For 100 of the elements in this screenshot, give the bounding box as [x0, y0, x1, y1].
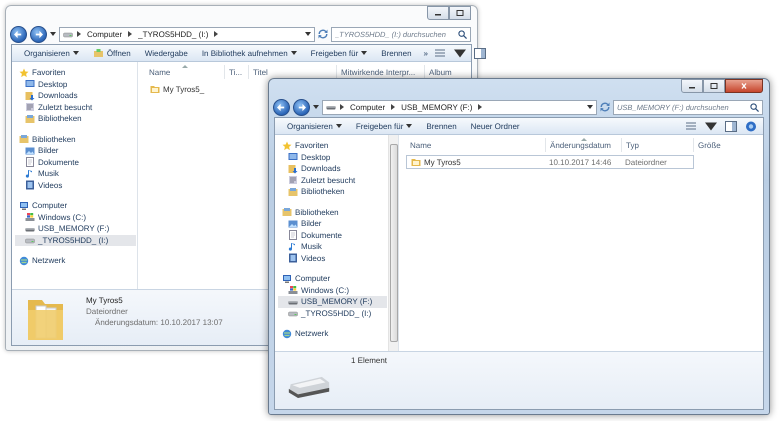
- toolbar-button[interactable]: Organisieren: [18, 46, 85, 60]
- address-bar[interactable]: Computer USB_MEMORY (F:): [322, 100, 597, 114]
- sidebar-item[interactable]: USB_MEMORY (F:): [15, 223, 136, 234]
- minimize-button[interactable]: [681, 79, 703, 93]
- chevron-icon: [391, 104, 396, 110]
- chevron-icon: [214, 31, 218, 37]
- caret-icon: [72, 51, 79, 55]
- sidebar-item[interactable]: Netzwerk: [15, 255, 136, 266]
- forward-button[interactable]: [30, 26, 47, 42]
- detail-text: My Tyros5: [86, 296, 124, 305]
- search-icon: [750, 102, 759, 112]
- sidebar-item[interactable]: Computer: [278, 273, 387, 284]
- document-icon: [288, 230, 298, 240]
- refresh-icon[interactable]: [318, 29, 328, 39]
- sidebar-item[interactable]: Zuletzt besucht: [278, 174, 387, 186]
- column-header[interactable]: Ti...: [225, 65, 249, 79]
- recent-places-icon: [25, 102, 35, 112]
- column-header[interactable]: Name: [145, 65, 225, 79]
- breadcrumb-item[interactable]: Computer: [348, 102, 388, 112]
- column-header[interactable]: Typ: [622, 138, 694, 152]
- breadcrumb-item[interactable]: _TYROS5HDD_ (I:): [136, 30, 210, 38]
- sidebar-item[interactable]: Bibliotheken: [15, 113, 136, 124]
- caret-icon: [50, 32, 56, 36]
- maximize-button[interactable]: [703, 79, 725, 93]
- toolbar-button[interactable]: Neuer Ordner: [464, 118, 526, 134]
- sidebar-item[interactable]: Downloads: [278, 163, 387, 174]
- sidebar-item[interactable]: Bilder: [15, 145, 136, 156]
- sidebar-item[interactable]: Desktop: [278, 152, 387, 163]
- more-button[interactable]: »: [420, 46, 432, 60]
- caret-icon: [336, 124, 342, 128]
- back-arrow-icon: [14, 30, 23, 38]
- toolbar-button[interactable]: Wiedergabe: [138, 46, 194, 60]
- sidebar-item[interactable]: Musik: [278, 241, 387, 252]
- column-header[interactable]: Änderungsdatum: [546, 138, 622, 152]
- sidebar-item[interactable]: Windows (C:): [278, 284, 387, 296]
- forward-arrow-icon: [34, 30, 43, 38]
- maximize-button[interactable]: [449, 6, 471, 20]
- toolbar-button[interactable]: Brennen: [375, 46, 418, 60]
- sidebar-item[interactable]: Netzwerk: [278, 328, 387, 340]
- sidebar-item[interactable]: Desktop: [15, 78, 136, 90]
- pictures-icon: [288, 218, 298, 229]
- toolbar-button[interactable]: In Bibliothek aufnehmen: [196, 46, 303, 60]
- address-bar[interactable]: Computer _TYROS5HDD_ (I:): [59, 26, 315, 42]
- sidebar-item[interactable]: Favoriten: [278, 140, 387, 152]
- library-icon: [19, 134, 29, 144]
- sidebar-item[interactable]: Computer: [15, 200, 136, 212]
- sidebar-item[interactable]: Dokumente: [15, 156, 136, 168]
- toolbar-button[interactable]: Öffnen: [86, 46, 137, 60]
- minimize-button[interactable]: [427, 6, 449, 20]
- view-options-icon[interactable]: [434, 48, 446, 58]
- sidebar-item[interactable]: Bibliotheken: [278, 186, 387, 198]
- column-header[interactable]: Größe: [694, 138, 744, 152]
- refresh-icon[interactable]: [600, 102, 610, 112]
- file-row[interactable]: My Tyros5_: [145, 82, 225, 96]
- view-options-icon[interactable]: [685, 120, 697, 132]
- sidebar-item[interactable]: Bibliotheken: [278, 206, 387, 218]
- caret-icon: [454, 48, 466, 58]
- search-icon: [458, 30, 467, 38]
- column-header[interactable]: Name: [406, 138, 546, 152]
- breadcrumb-item[interactable]: Computer: [85, 30, 124, 38]
- file-row[interactable]: My Tyros5 10.10.2017 14:46 Dateiordner: [406, 155, 694, 169]
- item-count: 1 Element: [350, 356, 388, 365]
- sidebar-item[interactable]: Windows (C:): [15, 212, 136, 223]
- music-note-icon: [25, 168, 35, 179]
- sidebar-item[interactable]: Zuletzt besucht: [15, 102, 136, 113]
- column-header[interactable]: Album: [425, 65, 469, 79]
- scrollbar[interactable]: [388, 135, 398, 351]
- preview-pane-icon[interactable]: [474, 48, 486, 58]
- sidebar-item[interactable]: Downloads: [15, 90, 136, 102]
- detail-text: Dateiordner: [86, 307, 129, 316]
- help-icon[interactable]: [745, 120, 757, 132]
- toolbar-button[interactable]: Organisieren: [281, 118, 348, 134]
- sidebar-item[interactable]: Musik: [15, 168, 136, 180]
- back-button[interactable]: [10, 26, 27, 42]
- download-folder-icon: [288, 164, 298, 174]
- sidebar-item[interactable]: USB_MEMORY (F:): [278, 296, 387, 308]
- sidebar-item[interactable]: Videos: [15, 180, 136, 191]
- forward-button[interactable]: [293, 98, 310, 116]
- computer-icon: [19, 200, 29, 211]
- toolbar-button[interactable]: Freigeben für: [350, 118, 418, 134]
- sidebar-item[interactable]: _TYROS5HDD_ (I:): [15, 234, 136, 246]
- sidebar-item[interactable]: Videos: [278, 252, 387, 264]
- library-icon: [288, 186, 298, 197]
- breadcrumb-item[interactable]: USB_MEMORY (F:): [399, 102, 474, 112]
- library-icon: [282, 207, 292, 218]
- star-icon: [19, 68, 29, 78]
- music-note-icon: [288, 242, 298, 252]
- sidebar-item[interactable]: Favoriten: [15, 67, 136, 78]
- back-arrow-icon: [277, 102, 286, 112]
- sidebar-item[interactable]: Bibliotheken: [15, 134, 136, 145]
- toolbar-button[interactable]: Freigeben für: [304, 46, 374, 60]
- sidebar-item[interactable]: _TYROS5HDD_ (I:): [278, 308, 387, 319]
- close-button[interactable]: [725, 79, 763, 93]
- back-button[interactable]: [273, 98, 290, 116]
- sidebar-item[interactable]: Dokumente: [278, 230, 387, 241]
- preview-pane-icon[interactable]: [725, 120, 737, 132]
- folder-icon: [92, 48, 104, 58]
- toolbar-button[interactable]: Brennen: [420, 118, 463, 134]
- sidebar-item[interactable]: Bilder: [278, 218, 387, 230]
- recent-places-icon: [288, 175, 298, 186]
